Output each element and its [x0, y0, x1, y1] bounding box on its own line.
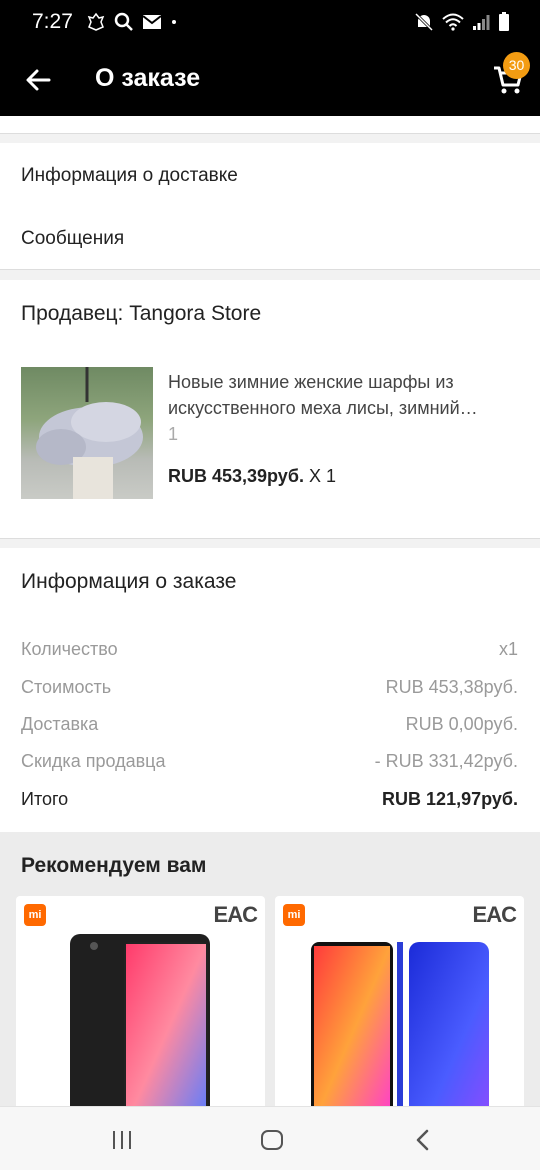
wifi-icon [442, 13, 464, 31]
seller-label[interactable]: Продавец: Tangora Store [21, 302, 261, 326]
home-icon[interactable] [259, 1127, 285, 1153]
recommendations-section: Рекомендуем вам mi EAC mi EAC [0, 832, 540, 1126]
product-price: RUB 453,39руб. [168, 466, 304, 486]
mi-logo-icon: mi [283, 904, 305, 926]
coat-of-arms-icon [87, 12, 105, 31]
phone-image [70, 934, 210, 1124]
recommendations-title: Рекомендуем вам [21, 854, 207, 877]
system-nav-bar [0, 1106, 540, 1170]
product-price-line: RUB 453,39руб. X 1 [168, 466, 336, 487]
cart-badge: 30 [503, 52, 530, 79]
search-icon [114, 12, 133, 31]
cost-label: Стоимость [21, 677, 112, 697]
quantity-label: Количество [21, 639, 118, 659]
page-title: О заказе [95, 64, 201, 92]
product-name[interactable]: Новые зимние женские шарфы из искусствен… [168, 369, 523, 421]
cost-value: RUB 453,38руб. [385, 677, 518, 697]
eac-mark: EAC [472, 902, 517, 927]
mi-logo-icon: mi [24, 904, 46, 926]
mute-icon [414, 12, 434, 32]
app-bar: О заказе 30 [0, 44, 540, 116]
order-menu: Информация о доставке Сообщения [0, 143, 540, 269]
total-value: RUB 121,97руб. [382, 789, 518, 809]
eac-mark: EAC [213, 902, 258, 927]
status-time: 7:27 [32, 10, 73, 33]
status-right-icons [414, 12, 510, 32]
divider [0, 538, 540, 539]
discount-label: Скидка продавца [21, 751, 166, 771]
status-bar: 7:27 [0, 0, 540, 44]
top-strip [0, 116, 540, 133]
battery-icon [499, 12, 509, 31]
product-quantity: 1 [168, 424, 179, 444]
product-multiplier: X 1 [308, 466, 336, 486]
order-info-title: Информация о заказе [21, 570, 237, 593]
delivery-info-link[interactable]: Информация о доставке [21, 165, 238, 187]
seller-section: Продавец: Tangora Store Новые зимние жен… [0, 280, 540, 538]
fur-scarf-image [36, 367, 143, 499]
product-image[interactable] [21, 367, 153, 499]
mail-icon [142, 15, 162, 29]
back-nav-icon[interactable] [410, 1127, 436, 1153]
status-left-icons [86, 12, 178, 32]
divider [0, 133, 540, 134]
shipping-value: RUB 0,00руб. [405, 714, 518, 734]
quantity-value: x1 [498, 639, 518, 659]
divider [0, 269, 540, 270]
dot-icon [172, 20, 176, 24]
discount-value: - RUB 331,42руб. [374, 751, 518, 771]
back-arrow-icon[interactable] [22, 64, 54, 96]
total-label: Итого [21, 789, 69, 809]
signal-icon [473, 15, 490, 30]
phone-image [311, 942, 489, 1122]
shipping-label: Доставка [21, 714, 99, 734]
recents-icon[interactable] [109, 1127, 135, 1153]
recommendation-card[interactable]: mi EAC [275, 896, 524, 1126]
order-info-section: Информация о заказе Количество x1 Стоимо… [0, 548, 540, 832]
recommendation-card[interactable]: mi EAC [16, 896, 265, 1126]
messages-link[interactable]: Сообщения [21, 228, 124, 250]
